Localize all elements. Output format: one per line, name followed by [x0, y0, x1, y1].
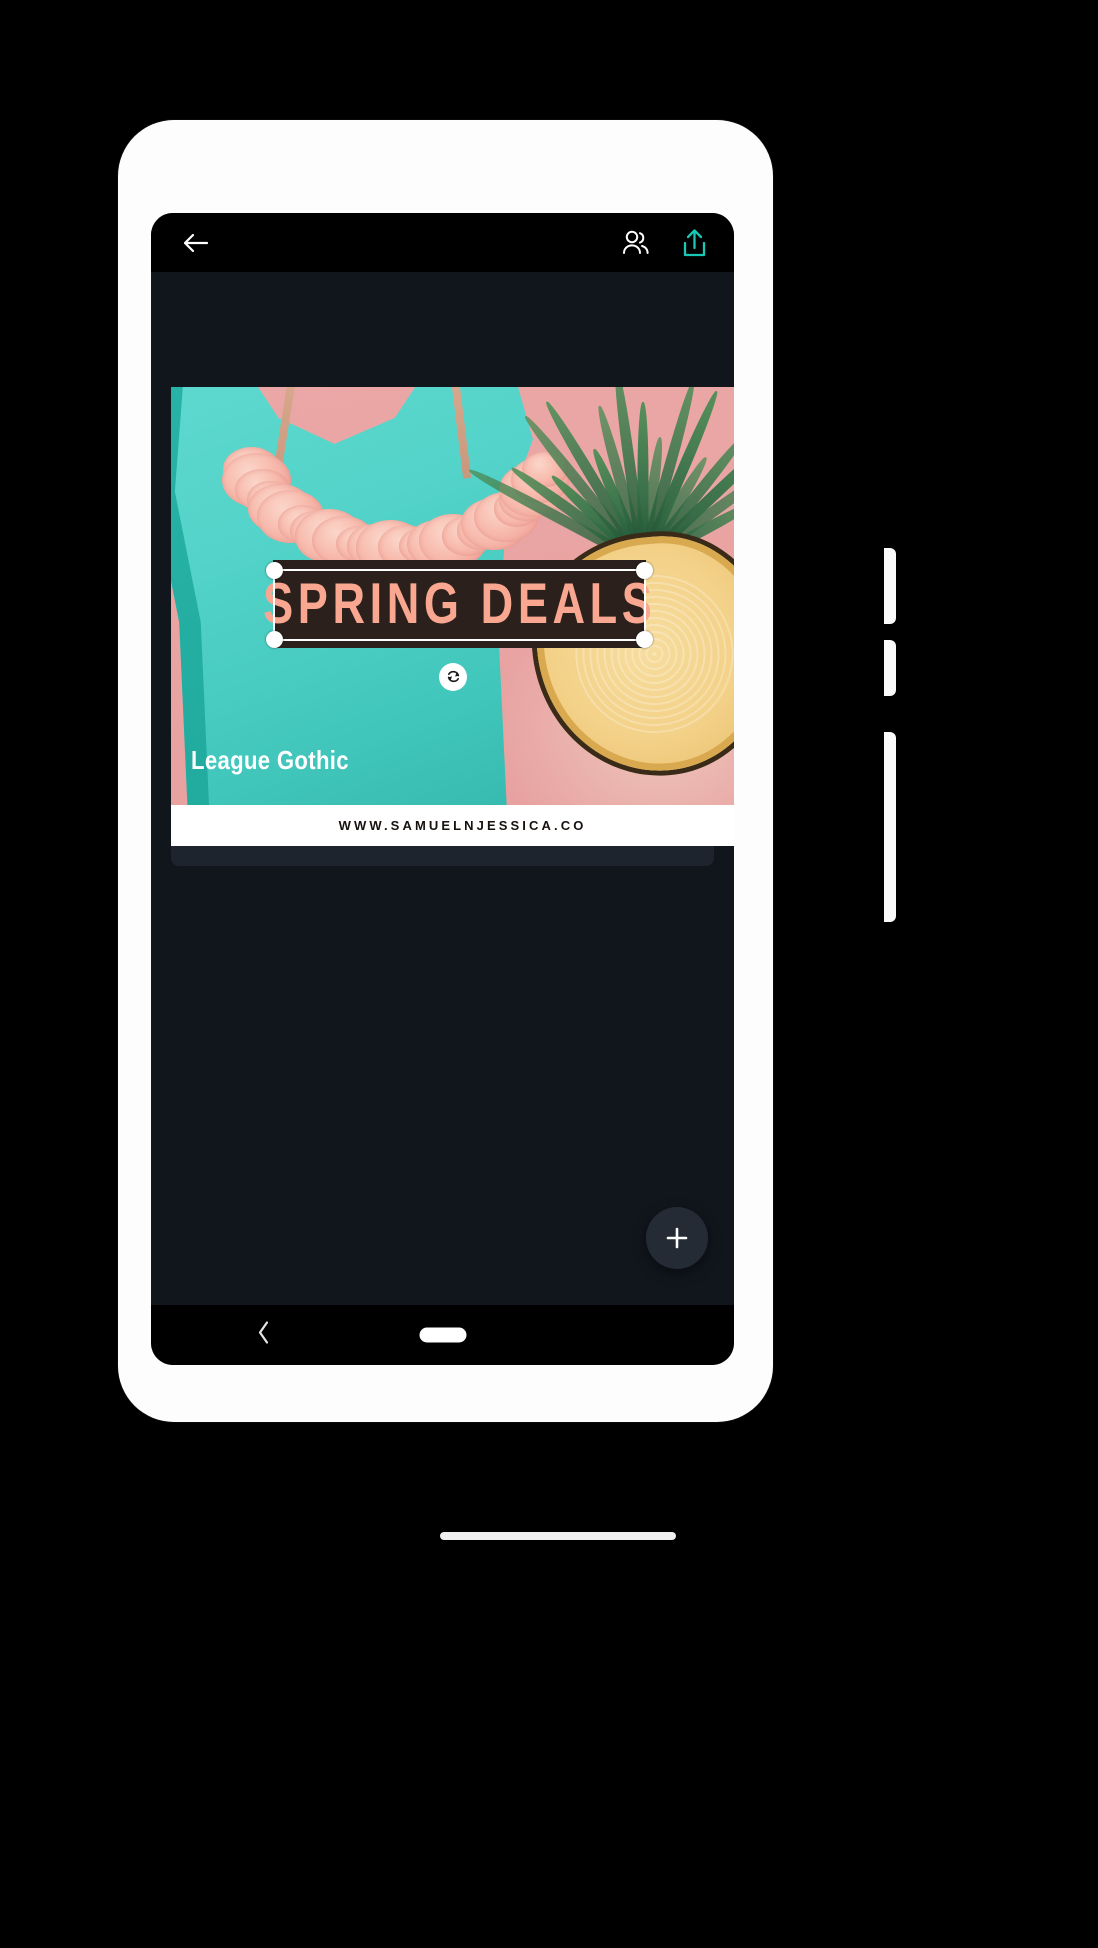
text-element-spring-deals[interactable]: SPRING DEALS — [263, 560, 652, 649]
design-canvas-area[interactable]: SPRING DEALS WWW.SAMUELNJESSICA.CO — [151, 272, 734, 846]
rotate-icon[interactable] — [439, 662, 468, 691]
photo-pineapple-crown — [467, 387, 734, 568]
phone-side-button-top — [884, 548, 896, 624]
text-element-label: SPRING DEALS — [262, 571, 657, 636]
add-element-button[interactable] — [646, 1207, 708, 1269]
artboard-url-strip: WWW.SAMUELNJESSICA.CO — [171, 805, 734, 846]
people-icon[interactable] — [615, 222, 657, 264]
artboard-photo: SPRING DEALS — [171, 387, 734, 805]
home-pill-indicator[interactable] — [419, 1327, 466, 1343]
chevron-left-icon[interactable] — [256, 1320, 272, 1351]
phone-bottom-bezel-line — [440, 1532, 676, 1540]
app-top-bar — [151, 213, 734, 272]
system-navigation-bar — [151, 1305, 734, 1365]
screenshot-stage: SPRING DEALS WWW.SAMUELNJESSICA.CO Leagu… — [0, 0, 1098, 1948]
share-upload-icon[interactable] — [673, 222, 715, 264]
design-artboard[interactable]: SPRING DEALS WWW.SAMUELNJESSICA.CO — [171, 387, 734, 846]
phone-side-button-mid — [884, 640, 896, 696]
font-family-label: League Gothic — [191, 745, 349, 775]
phone-side-button-bottom — [884, 732, 896, 922]
phone-screen: SPRING DEALS WWW.SAMUELNJESSICA.CO Leagu… — [151, 213, 734, 1365]
back-arrow-icon[interactable] — [174, 222, 216, 264]
plus-icon — [666, 1227, 688, 1249]
artboard-url-text: WWW.SAMUELNJESSICA.CO — [338, 818, 587, 833]
